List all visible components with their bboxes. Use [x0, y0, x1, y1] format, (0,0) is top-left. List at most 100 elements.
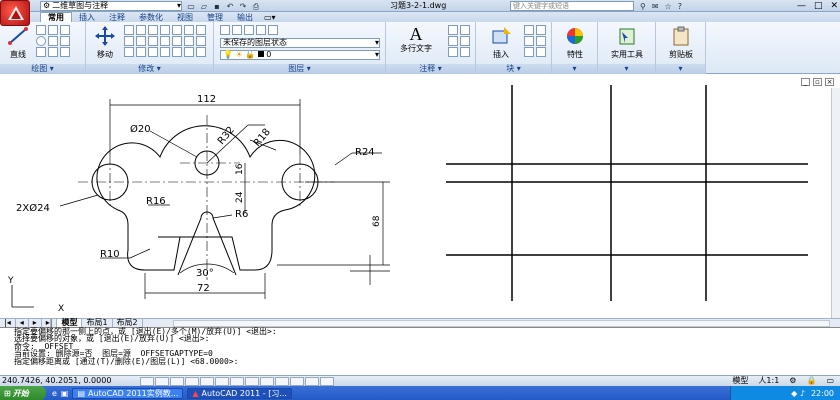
lengthen-icon[interactable] [124, 47, 134, 57]
explode-icon[interactable] [196, 25, 206, 35]
edit-block-icon[interactable] [524, 36, 534, 46]
utilities-dropdown[interactable]: ▾ [598, 64, 655, 74]
vertical-scrollbar[interactable] [831, 88, 840, 320]
stretch-icon[interactable] [124, 36, 134, 46]
quick-launch-desktop-icon[interactable]: ▣ [61, 389, 69, 398]
create-dropdown-icon[interactable] [536, 25, 546, 35]
ribbon-minimize-icon[interactable]: ▭▾ [264, 13, 276, 22]
annotation-scale[interactable]: 人1:1 [758, 376, 779, 386]
clipboard-dropdown[interactable]: ▾ [656, 64, 705, 74]
layout-nav-next[interactable]: ▸ [29, 319, 42, 327]
attribute-icon[interactable] [524, 47, 534, 57]
tab-output[interactable]: 输出 [230, 13, 260, 22]
copy-icon[interactable] [160, 25, 170, 35]
tab-insert[interactable]: 插入 [72, 13, 102, 22]
taskbar-item-ebook[interactable]: ▤ AutoCAD 2011实例教... [72, 387, 184, 399]
create-block-icon[interactable] [524, 25, 534, 35]
quick-launch-ie-icon[interactable]: e [52, 389, 57, 398]
blend-icon[interactable] [184, 47, 194, 57]
annotation-panel-label[interactable]: 注释 ▾ [386, 64, 475, 74]
linear-dimension-icon[interactable] [448, 25, 458, 35]
move-button[interactable]: 移动 [90, 26, 120, 60]
utilities-button[interactable]: 实用工具 [600, 26, 654, 60]
hatch-icon[interactable] [60, 25, 70, 35]
layout-tab-1[interactable]: 布局1 [82, 319, 113, 327]
line-button[interactable]: 直线 [3, 26, 33, 60]
layout-tab-2[interactable]: 布局2 [113, 319, 143, 327]
osnap-toggle[interactable] [200, 376, 214, 386]
block-panel-label[interactable]: 块 ▾ [476, 64, 551, 74]
array-icon[interactable] [148, 36, 158, 46]
point-icon[interactable] [60, 47, 70, 57]
communication-icon[interactable]: ✉ [652, 2, 659, 11]
tab-parametric[interactable]: 参数化 [132, 13, 170, 22]
undo-icon[interactable]: ↶ [225, 2, 235, 11]
layer-lock-icon[interactable] [268, 25, 278, 35]
trim-icon[interactable] [136, 25, 146, 35]
layer-off-icon[interactable] [256, 25, 266, 35]
layer-state-dropdown[interactable]: 未保存的图层状态 ▾ [220, 38, 380, 48]
edit-dropdown-icon[interactable] [536, 36, 546, 46]
selection-cycling-toggle[interactable] [320, 376, 334, 386]
workspace-selector[interactable]: ⚙ 二维草图与注释 ▾ [40, 1, 182, 11]
erase-icon[interactable] [148, 25, 158, 35]
model-space-button[interactable]: 模型 [732, 376, 748, 386]
save-icon[interactable]: ▪ [212, 2, 222, 11]
layer-properties-icon[interactable] [220, 25, 230, 35]
maximize-button[interactable]: □ [814, 0, 823, 12]
layout-tab-model[interactable]: 模型 [57, 319, 83, 327]
open-folder-icon[interactable]: ▱ [199, 2, 209, 11]
tab-annotate[interactable]: 注释 [102, 13, 132, 22]
align-icon[interactable] [136, 47, 146, 57]
layer-isolate-icon[interactable] [232, 25, 242, 35]
attribute-dropdown-icon[interactable] [536, 47, 546, 57]
leader-icon[interactable] [448, 36, 458, 46]
properties-button[interactable]: 特性 [554, 26, 596, 60]
layers-panel-label[interactable]: 图层 ▾ [214, 64, 385, 74]
3d-osnap-toggle[interactable] [215, 376, 229, 386]
polar-toggle[interactable] [185, 376, 199, 386]
offset-icon[interactable] [160, 36, 170, 46]
command-window[interactable]: 指定要偏移的那一侧上的点，或 [退出(E)/多个(M)/放弃(U)] <退出>:… [0, 327, 840, 375]
dimension-dropdown-icon[interactable] [460, 25, 470, 35]
reverse-icon[interactable] [172, 47, 182, 57]
drawing-restore-button[interactable]: ▫ [813, 78, 822, 86]
layout-nav-last[interactable]: ▸| [42, 319, 58, 327]
rectangle-icon[interactable] [60, 36, 70, 46]
ducs-toggle[interactable] [245, 376, 259, 386]
tab-manage[interactable]: 管理 [200, 13, 230, 22]
region-icon[interactable] [48, 47, 58, 57]
table-icon[interactable] [448, 47, 458, 57]
layout-nav-prev[interactable]: ◂ [16, 319, 29, 327]
help-icon[interactable]: ? [678, 2, 682, 11]
ortho-toggle[interactable] [170, 376, 184, 386]
transparency-toggle[interactable] [290, 376, 304, 386]
scale-icon[interactable] [136, 36, 146, 46]
minimize-button[interactable]: — [797, 0, 806, 12]
join-icon[interactable] [184, 36, 194, 46]
snap-toggle[interactable] [140, 376, 154, 386]
leader-dropdown-icon[interactable] [460, 36, 470, 46]
match-icon[interactable] [160, 47, 170, 57]
polyline-icon[interactable] [36, 25, 46, 35]
binoculars-icon[interactable]: ⚲ [640, 2, 646, 11]
horizontal-scrollbar[interactable] [172, 319, 830, 327]
divide-icon[interactable] [196, 47, 206, 57]
start-button[interactable]: ⊞ 开始 [0, 386, 46, 400]
layout-nav-first[interactable]: |◂ [0, 319, 16, 327]
tab-view[interactable]: 视图 [170, 13, 200, 22]
redo-icon[interactable]: ↷ [238, 2, 248, 11]
tray-icons[interactable]: ◆ ♪ [791, 389, 805, 398]
insert-block-button[interactable]: 插入 [484, 26, 518, 60]
search-input[interactable]: 键入关键字或短语 [510, 1, 634, 11]
current-layer-dropdown[interactable]: 💡 ☀ 🔓 0 ▾ [220, 50, 380, 60]
drawing-close-button[interactable]: × [825, 78, 834, 86]
grid-toggle[interactable] [155, 376, 169, 386]
favorites-star-icon[interactable]: ☆ [665, 2, 672, 11]
drawing-canvas[interactable]: _ ▫ × 112 Ø20 R32 R18 R24 2XØ24 R16 R6 R… [0, 75, 840, 318]
modify-panel-label[interactable]: 修改 ▾ [86, 64, 213, 74]
break-icon[interactable] [172, 36, 182, 46]
drawing-minimize-button[interactable]: _ [801, 78, 810, 86]
lineweight-toggle[interactable] [275, 376, 289, 386]
quick-properties-toggle[interactable] [305, 376, 319, 386]
